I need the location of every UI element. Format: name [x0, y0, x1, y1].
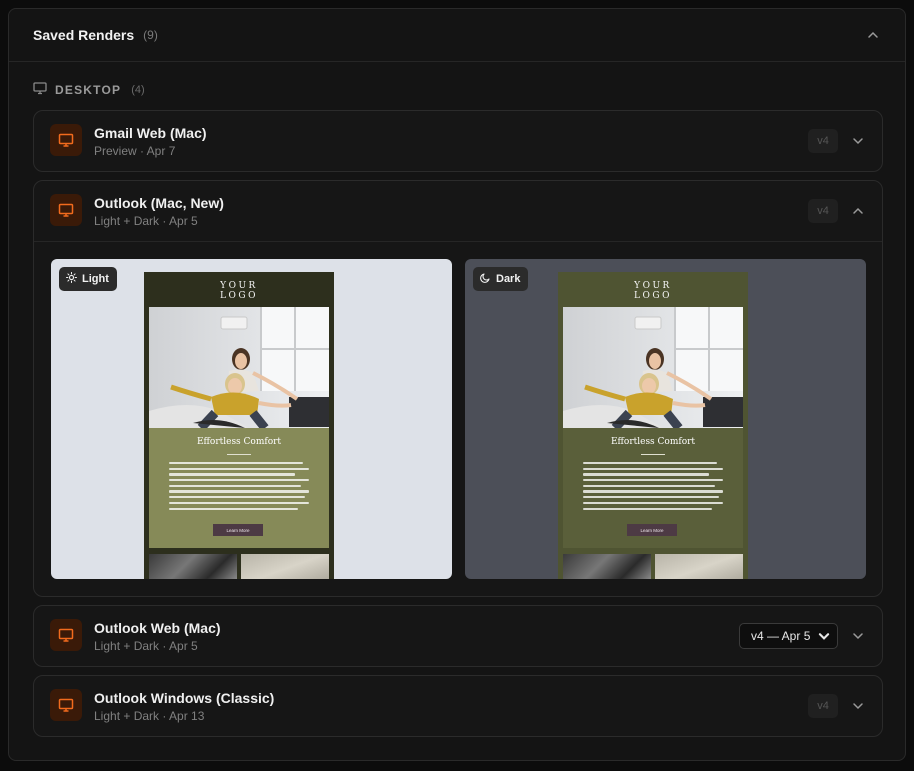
monitor-icon — [50, 619, 82, 651]
logo-line: YOUR — [220, 281, 258, 291]
monitor-icon — [50, 689, 82, 721]
heading-divider — [227, 454, 251, 455]
version-badge: v4 — [808, 694, 838, 718]
panel-count: (9) — [143, 28, 158, 42]
render-card-outlook-windows-classic[interactable]: Outlook Windows (Classic) Light + Dark ·… — [33, 675, 883, 737]
client-name: Outlook Web (Mac) — [94, 620, 221, 636]
thumbnail-image — [241, 554, 329, 579]
render-card-outlook-web-mac[interactable]: Outlook Web (Mac) Light + Dark · Apr 5 v… — [33, 605, 883, 667]
version-badge: v4 — [808, 199, 838, 223]
dark-mode-preview[interactable]: Dark YOUR LOGO Effortless Comfort Learn … — [465, 259, 866, 579]
email-content-block: Effortless Comfort Learn More — [563, 428, 743, 548]
saved-renders-panel: Saved Renders (9) DESKTOP (4) Gmail Web … — [8, 8, 906, 761]
email-render: YOUR LOGO Effortless Comfort Learn More — [558, 272, 748, 579]
mode-label: Dark — [496, 273, 521, 285]
email-thumbnails — [149, 554, 329, 579]
chevron-down-icon[interactable] — [850, 698, 866, 714]
client-name: Gmail Web (Mac) — [94, 125, 207, 141]
chevron-up-icon[interactable] — [865, 27, 881, 43]
render-card-outlook-mac-new[interactable]: Outlook (Mac, New) Light + Dark · Apr 5 … — [33, 180, 883, 597]
version-select-value: v4 — Apr 5 — [751, 629, 811, 643]
render-card-header[interactable]: Outlook Web (Mac) Light + Dark · Apr 5 v… — [34, 606, 882, 666]
hero-image — [149, 307, 329, 428]
thumbnail-image — [563, 554, 651, 579]
client-subtitle: Light + Dark · Apr 13 — [94, 709, 205, 723]
mode-label: Light — [82, 273, 109, 285]
render-card-gmail-web-mac[interactable]: Gmail Web (Mac) Preview · Apr 7 v4 — [33, 110, 883, 172]
monitor-icon — [50, 124, 82, 156]
email-body-text — [169, 462, 309, 513]
chevron-up-icon[interactable] — [850, 203, 866, 219]
version-badge: v4 — [808, 129, 838, 153]
chevron-down-icon[interactable] — [850, 133, 866, 149]
client-name: Outlook (Mac, New) — [94, 195, 224, 211]
render-previews: Light YOUR LOGO Effortless Comfort Learn… — [34, 241, 882, 596]
thumbnail-image — [655, 554, 743, 579]
email-heading: Effortless Comfort — [610, 437, 696, 447]
logo-line: YOUR — [634, 281, 672, 291]
version-select[interactable]: v4 — Apr 5 — [739, 623, 838, 649]
email-cta-button: Learn More — [213, 524, 263, 536]
chevron-down-icon[interactable] — [850, 628, 866, 644]
heading-divider — [641, 454, 665, 455]
chevron-down-icon — [817, 629, 831, 646]
email-logo: YOUR LOGO — [558, 281, 748, 301]
client-subtitle: Light + Dark · Apr 5 — [94, 639, 198, 653]
sun-icon — [65, 271, 78, 286]
client-subtitle: Preview · Apr 7 — [94, 144, 176, 158]
email-thumbnails — [563, 554, 743, 579]
render-card-header[interactable]: Gmail Web (Mac) Preview · Apr 7 v4 — [34, 111, 882, 171]
thumbnail-image — [149, 554, 237, 579]
hero-image — [563, 307, 743, 428]
section-label: DESKTOP — [55, 83, 122, 97]
saved-renders-header[interactable]: Saved Renders (9) — [9, 9, 905, 62]
email-body-text — [583, 462, 723, 513]
monitor-icon — [33, 81, 47, 100]
email-content-block: Effortless Comfort Learn More — [149, 428, 329, 548]
light-mode-badge: Light — [59, 267, 117, 291]
email-cta-button: Learn More — [627, 524, 677, 536]
logo-line: LOGO — [634, 291, 672, 301]
render-card-header[interactable]: Outlook (Mac, New) Light + Dark · Apr 5 … — [34, 181, 882, 241]
section-desktop: DESKTOP (4) — [33, 81, 145, 100]
client-name: Outlook Windows (Classic) — [94, 690, 275, 706]
logo-line: LOGO — [220, 291, 258, 301]
light-mode-preview[interactable]: Light YOUR LOGO Effortless Comfort Learn… — [51, 259, 452, 579]
dark-mode-badge: Dark — [473, 267, 529, 291]
email-heading: Effortless Comfort — [196, 437, 282, 447]
section-count: (4) — [131, 84, 145, 96]
client-subtitle: Light + Dark · Apr 5 — [94, 214, 198, 228]
moon-icon — [480, 272, 491, 286]
email-logo: YOUR LOGO — [144, 281, 334, 301]
render-card-header[interactable]: Outlook Windows (Classic) Light + Dark ·… — [34, 676, 882, 736]
email-render: YOUR LOGO Effortless Comfort Learn More — [144, 272, 334, 579]
panel-title: Saved Renders — [33, 27, 135, 43]
monitor-icon — [50, 194, 82, 226]
